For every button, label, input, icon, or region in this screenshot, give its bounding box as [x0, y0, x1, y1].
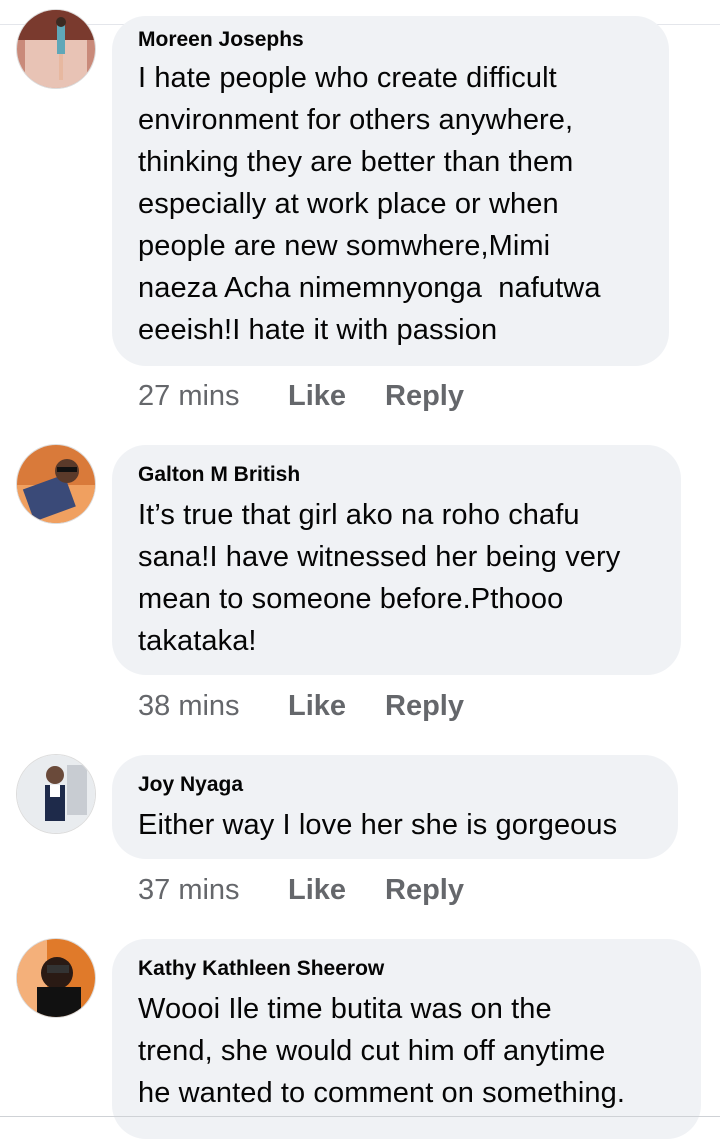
- comment-text-line: especially at work place or when: [138, 188, 559, 220]
- comment-text-line: naeza Acha nimemnyonga nafutwa: [138, 272, 601, 304]
- comment-timestamp[interactable]: 27 mins: [138, 380, 240, 413]
- bottom-divider: [0, 1116, 720, 1117]
- avatar[interactable]: [17, 939, 95, 1017]
- like-button[interactable]: Like: [288, 380, 346, 413]
- comment-text-line: I hate people who create difficult: [138, 62, 557, 94]
- comment-bubble: Kathy Kathleen Sheerow Woooi Ile time bu…: [112, 939, 701, 1139]
- comment-text-line: trend, she would cut him off anytime: [138, 1035, 606, 1067]
- comment-text-line: takataka!: [138, 625, 257, 657]
- comment-timestamp[interactable]: 38 mins: [138, 690, 240, 723]
- comment-text-line: mean to someone before.Pthooo: [138, 583, 564, 615]
- comment-text-line: eeeish!I hate it with passion: [138, 314, 498, 346]
- reply-button[interactable]: Reply: [385, 690, 464, 723]
- commenter-name[interactable]: Kathy Kathleen Sheerow: [138, 957, 384, 981]
- comment-text-line: It’s true that girl ako na roho chafu: [138, 499, 580, 531]
- reply-button[interactable]: Reply: [385, 380, 464, 413]
- like-button[interactable]: Like: [288, 874, 346, 907]
- comment-text-line: Either way I love her she is gorgeous: [138, 809, 618, 841]
- avatar[interactable]: [17, 755, 95, 833]
- comment-bubble: Joy Nyaga Either way I love her she is g…: [112, 755, 678, 859]
- avatar[interactable]: [17, 10, 95, 88]
- reply-button[interactable]: Reply: [385, 874, 464, 907]
- comment-text-line: he wanted to comment on something.: [138, 1077, 626, 1109]
- comment-text-line: sana!I have witnessed her being very: [138, 541, 621, 573]
- comment-text-line: environment for others anywhere,: [138, 104, 574, 136]
- comment-text-line: Woooi Ile time butita was on the: [138, 993, 552, 1025]
- commenter-name[interactable]: Galton M British: [138, 463, 300, 487]
- comment-bubble: Moreen Josephs I hate people who create …: [112, 16, 669, 366]
- commenter-name[interactable]: Moreen Josephs: [138, 28, 304, 52]
- commenter-name[interactable]: Joy Nyaga: [138, 773, 243, 797]
- avatar[interactable]: [17, 445, 95, 523]
- comment-timestamp[interactable]: 37 mins: [138, 874, 240, 907]
- comment-bubble: Galton M British It’s true that girl ako…: [112, 445, 681, 675]
- comment-text-line: people are new somwhere,Mimi: [138, 230, 551, 262]
- comment-text-line: thinking they are better than them: [138, 146, 574, 178]
- like-button[interactable]: Like: [288, 690, 346, 723]
